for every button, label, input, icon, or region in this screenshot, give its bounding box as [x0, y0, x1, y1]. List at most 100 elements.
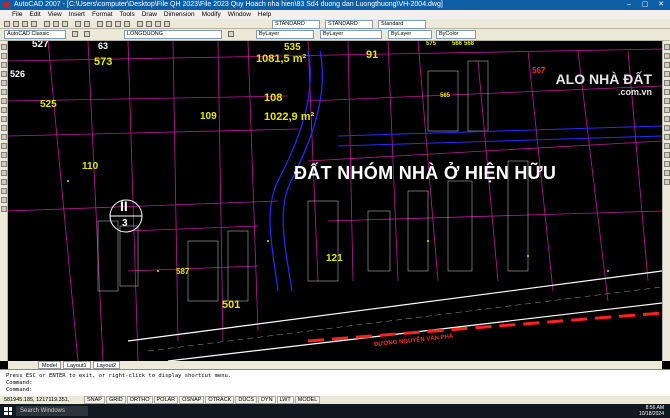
erase-icon[interactable]: [664, 44, 670, 50]
minimize-button[interactable]: –: [622, 0, 636, 10]
offset-icon[interactable]: [664, 71, 670, 77]
text-style-combo[interactable]: STANDARD: [272, 20, 320, 29]
make-block-icon[interactable]: [1, 152, 7, 158]
save-icon[interactable]: [22, 21, 28, 27]
workspace-settings-icon[interactable]: [72, 31, 78, 37]
parcel-label: 525: [40, 99, 57, 110]
open-file-icon[interactable]: [13, 21, 19, 27]
help-icon[interactable]: [164, 21, 170, 27]
chamfer-icon[interactable]: [664, 161, 670, 167]
arc-icon[interactable]: [1, 89, 7, 95]
print-icon[interactable]: [31, 21, 37, 27]
menu-modify[interactable]: Modify: [202, 10, 221, 19]
insert-block-icon[interactable]: [1, 143, 7, 149]
explode-icon[interactable]: [664, 179, 670, 185]
new-file-icon[interactable]: [4, 21, 10, 27]
polyline-icon[interactable]: [1, 62, 7, 68]
rotate-icon[interactable]: [664, 98, 670, 104]
tab-layout1[interactable]: Layout1: [62, 361, 91, 369]
construction-line-icon[interactable]: [1, 53, 7, 59]
menu-draw[interactable]: Draw: [142, 10, 157, 19]
design-center-icon[interactable]: [146, 21, 152, 27]
menu-window[interactable]: Window: [228, 10, 251, 19]
trim-icon[interactable]: [664, 125, 670, 131]
pan-icon[interactable]: [97, 21, 103, 27]
move-icon[interactable]: [664, 89, 670, 95]
table-icon[interactable]: [1, 197, 7, 203]
copy-icon[interactable]: [53, 21, 59, 27]
hatch-icon[interactable]: [1, 170, 7, 176]
menu-insert[interactable]: Insert: [69, 10, 85, 19]
line-tool-icon[interactable]: [1, 44, 7, 50]
model-toggle[interactable]: MODEL: [294, 396, 321, 404]
point-icon[interactable]: [1, 161, 7, 167]
snap-toggle[interactable]: SNAP: [84, 396, 105, 404]
menu-dimension[interactable]: Dimension: [164, 10, 195, 19]
revision-cloud-icon[interactable]: [1, 107, 7, 113]
polygon-icon[interactable]: [1, 71, 7, 77]
dyn-toggle[interactable]: DYN: [257, 396, 276, 404]
menu-tools[interactable]: Tools: [120, 10, 135, 19]
cut-icon[interactable]: [44, 21, 50, 27]
maximize-button[interactable]: ▢: [638, 0, 652, 10]
close-button[interactable]: ✕: [654, 0, 668, 10]
copy-object-icon[interactable]: [664, 53, 670, 59]
menu-edit[interactable]: Edit: [29, 10, 40, 19]
make-current-layer-icon[interactable]: [228, 31, 234, 37]
zoom-window-icon[interactable]: [115, 21, 121, 27]
workspace-combo[interactable]: AutoCAD Classic: [4, 30, 66, 39]
dim-style-combo[interactable]: STANDARD: [325, 20, 373, 29]
plotstyle-combo[interactable]: ByColor: [436, 30, 476, 39]
redo-icon[interactable]: [84, 21, 90, 27]
gradient-icon[interactable]: [1, 179, 7, 185]
join-icon[interactable]: [664, 152, 670, 158]
command-prompt[interactable]: Command:: [6, 387, 664, 394]
zoom-icon[interactable]: [106, 21, 112, 27]
ortho-toggle[interactable]: ORTHO: [126, 396, 153, 404]
fillet-icon[interactable]: [664, 170, 670, 176]
tool-palettes-icon[interactable]: [155, 21, 161, 27]
paste-icon[interactable]: [62, 21, 68, 27]
scale-icon[interactable]: [664, 107, 670, 113]
lwt-toggle[interactable]: LWT: [276, 396, 294, 404]
linetype-combo[interactable]: ByLayer: [320, 30, 382, 39]
land-use-label: ĐẤT NHÓM NHÀ Ở HIỆN HỮU: [294, 163, 557, 183]
otrack-toggle[interactable]: OTRACK: [205, 396, 235, 404]
ellipse-icon[interactable]: [1, 125, 7, 131]
tab-layout2[interactable]: Layout2: [92, 361, 121, 369]
ellipse-arc-icon[interactable]: [1, 134, 7, 140]
layer-manager-icon[interactable]: [84, 31, 90, 37]
mirror-icon[interactable]: [664, 62, 670, 68]
menu-file[interactable]: File: [12, 10, 22, 19]
lineweight-combo[interactable]: ByLayer: [388, 30, 432, 39]
menu-format[interactable]: Format: [92, 10, 113, 19]
zoom-previous-icon[interactable]: [124, 21, 130, 27]
polar-toggle[interactable]: POLAR: [153, 396, 179, 404]
break-icon[interactable]: [664, 143, 670, 149]
system-clock[interactable]: 8:56 AM 10/18/2024: [639, 405, 664, 417]
rectangle-icon[interactable]: [1, 80, 7, 86]
parcel-label: 527: [32, 41, 49, 50]
tab-model[interactable]: Model: [38, 361, 61, 369]
spline-icon[interactable]: [1, 116, 7, 122]
circle-icon[interactable]: [1, 98, 7, 104]
drawing-canvas[interactable]: 527 63 573 526 525 535 1081,5 m² 91 108 …: [8, 41, 662, 361]
table-style-combo[interactable]: Standard: [378, 20, 426, 29]
menu-view[interactable]: View: [48, 10, 62, 19]
menu-help[interactable]: Help: [258, 10, 271, 19]
stretch-icon[interactable]: [664, 116, 670, 122]
taskbar-search-box[interactable]: Search Windows: [16, 406, 88, 416]
command-line[interactable]: Press ESC or ENTER to exit, or right-cli…: [0, 369, 670, 396]
multiline-text-icon[interactable]: [1, 206, 7, 212]
undo-icon[interactable]: [75, 21, 81, 27]
color-combo[interactable]: ByLayer: [256, 30, 314, 39]
region-icon[interactable]: [1, 188, 7, 194]
layer-combo[interactable]: LONGDUONG: [124, 30, 222, 39]
windows-start-icon[interactable]: [4, 407, 12, 415]
array-icon[interactable]: [664, 80, 670, 86]
properties-icon[interactable]: [137, 21, 143, 27]
ducs-toggle[interactable]: DUCS: [235, 396, 257, 404]
grid-toggle[interactable]: GRID: [105, 396, 126, 404]
extend-icon[interactable]: [664, 134, 670, 140]
osnap-toggle[interactable]: OSNAP: [179, 396, 205, 404]
